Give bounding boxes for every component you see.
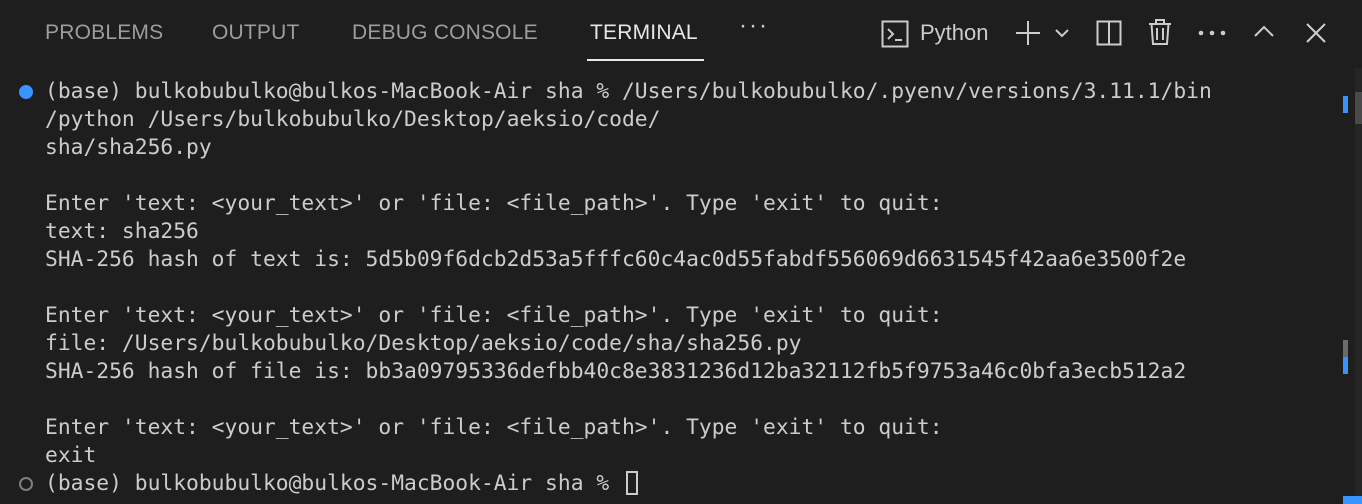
tab-terminal[interactable]: TERMINAL [590,21,698,45]
more-tabs-button[interactable]: ··· [739,14,769,38]
panel-tab-bar: PROBLEMS OUTPUT DEBUG CONSOLE TERMINAL ·… [0,0,1362,68]
terminal-line: file: /Users/bulkobubulko/Desktop/aeksio… [45,331,802,356]
active-tab-indicator [587,59,704,61]
scrollbar-marker [1343,96,1348,113]
status-strip [1343,496,1362,504]
command-pending-decoration[interactable] [19,477,33,491]
terminal-scrollbar[interactable] [1355,68,1362,504]
terminal-line: exit [45,443,97,468]
terminal-line: SHA-256 hash of text is: 5d5b09f6dcb2d53… [45,247,1187,272]
tab-output[interactable]: OUTPUT [212,21,300,45]
terminal-output[interactable]: (base) bulkobubulko@bulkos-MacBook-Air s… [0,78,1340,498]
terminal-line: Enter 'text: <your_text>' or 'file: <fil… [45,303,943,328]
scrollbar-marker [1343,357,1348,374]
more-actions-icon[interactable] [1198,30,1226,36]
terminal-line: Enter 'text: <your_text>' or 'file: <fil… [45,191,943,216]
scrollbar-marker [1343,340,1348,357]
terminal-line: /python /Users/bulkobubulko/Desktop/aeks… [45,107,661,132]
scrollbar-thumb[interactable] [1355,92,1362,124]
terminal-line: text: sha256 [45,219,199,244]
tab-problems[interactable]: PROBLEMS [45,21,163,45]
command-success-decoration[interactable] [19,85,33,99]
terminal-line: SHA-256 hash of file is: bb3a09795336def… [45,359,1187,384]
terminal-line: sha/sha256.py [45,135,212,160]
terminal-prompt-line[interactable]: (base) bulkobubulko@bulkos-MacBook-Air s… [45,470,638,498]
terminal-cursor [625,471,638,495]
maximize-panel-icon[interactable] [1253,23,1275,39]
terminal-name-label[interactable]: Python [920,21,989,45]
chevron-down-icon[interactable] [1054,27,1070,39]
close-icon[interactable] [1305,22,1327,44]
tab-debug-console[interactable]: DEBUG CONSOLE [352,21,538,45]
split-terminal-icon[interactable] [1096,20,1122,46]
trash-icon[interactable] [1147,18,1173,46]
terminal-icon[interactable] [881,20,909,48]
new-terminal-icon[interactable] [1014,19,1042,47]
terminal-line: (base) bulkobubulko@bulkos-MacBook-Air s… [45,79,1212,104]
terminal-line: Enter 'text: <your_text>' or 'file: <fil… [45,415,943,440]
terminal-prompt: (base) bulkobubulko@bulkos-MacBook-Air s… [45,471,622,496]
